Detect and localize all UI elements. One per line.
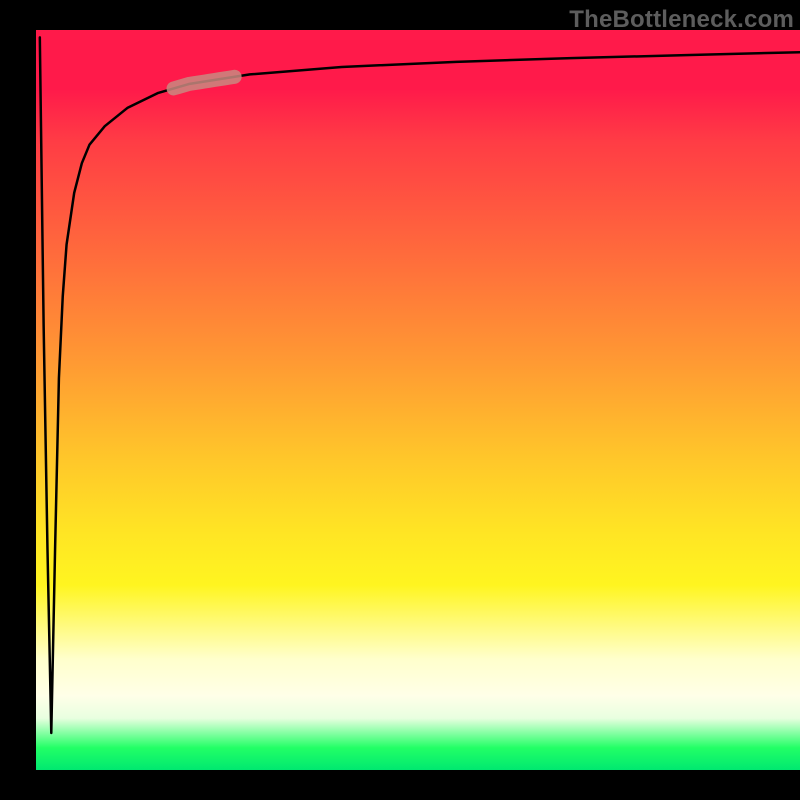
chart-container: TheBottleneck.com xyxy=(0,0,800,800)
watermark-text: TheBottleneck.com xyxy=(569,6,794,34)
plot-area xyxy=(36,30,800,770)
